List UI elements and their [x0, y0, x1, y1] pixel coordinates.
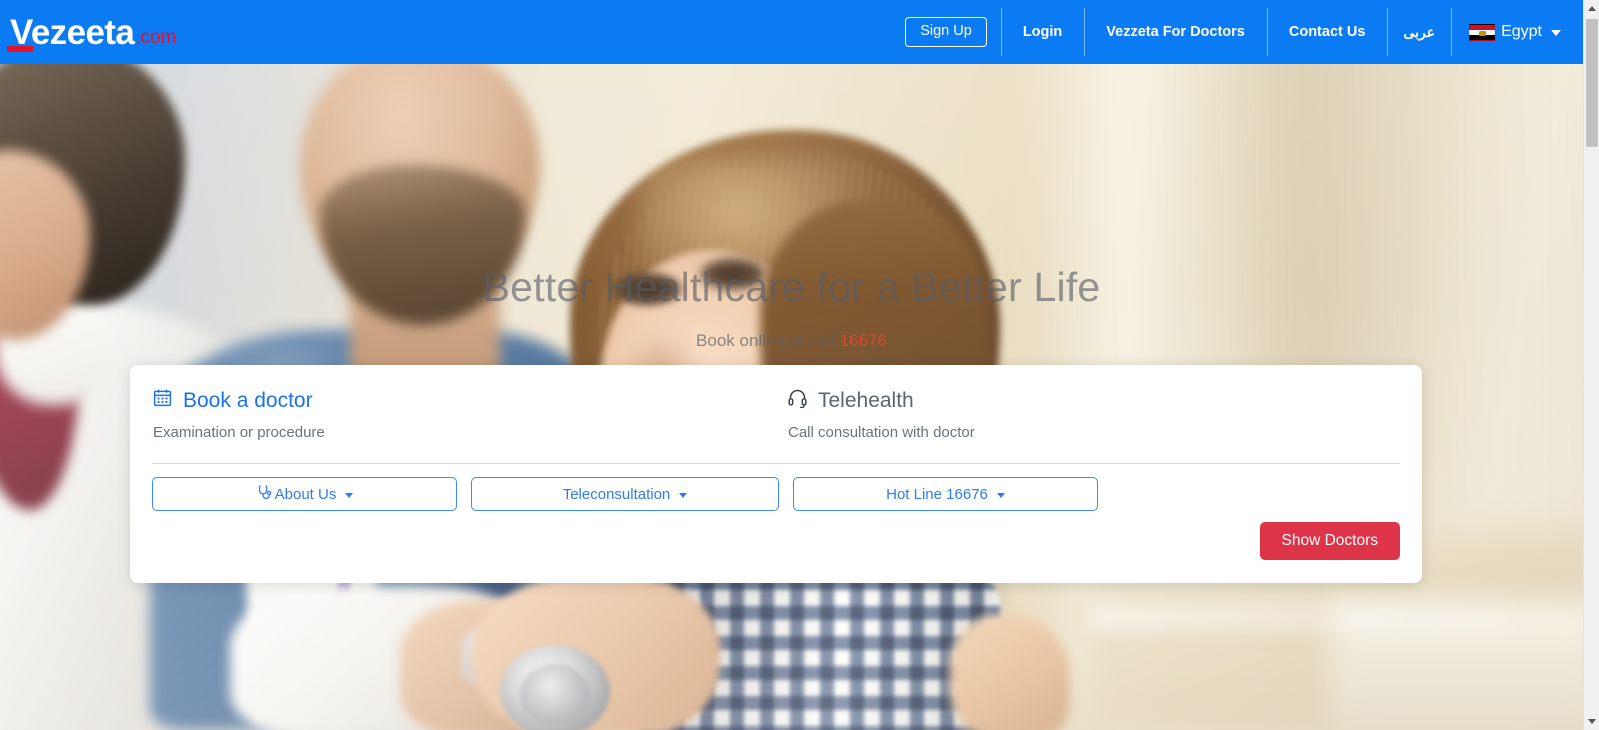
show-doctors-button[interactable]: Show Doctors	[1259, 522, 1400, 560]
scrollbar-thumb[interactable]	[1586, 19, 1598, 147]
vertical-scrollbar[interactable]	[1583, 0, 1599, 730]
photo-counter-edge	[1090, 605, 1520, 631]
country-label: Egypt	[1501, 23, 1542, 40]
teleconsultation-label: Teleconsultation	[562, 485, 671, 503]
nav-item-vezeeta-for-doctors[interactable]: Vezzeta For Doctors	[1084, 0, 1267, 64]
browser-viewport: Better Healthcare for a Better Life Book…	[0, 0, 1599, 730]
nav-item-arabic-language[interactable]: عربى	[1387, 0, 1451, 64]
scroll-down-triangle	[1588, 719, 1596, 724]
sign-up-button[interactable]: Sign Up	[905, 16, 987, 48]
site-logo[interactable]: Vezeeta .com	[4, 12, 182, 52]
nav-country-selector[interactable]: Egypt	[1451, 0, 1573, 64]
photo-wristwatch-face	[520, 664, 590, 726]
teleconsultation-dropdown[interactable]: Teleconsultation	[471, 477, 779, 511]
scroll-up-arrow-icon[interactable]	[1584, 0, 1599, 17]
tab-book-a-doctor-head: Book a doctor	[152, 387, 787, 413]
about-us-dropdown[interactable]: About Us	[152, 477, 457, 511]
chevron-down-icon	[1551, 30, 1561, 36]
tab-telehealth-subtitle: Call consultation with doctor	[788, 424, 975, 441]
tab-book-a-doctor-subtitle: Examination or procedure	[153, 424, 325, 441]
nav-signup-cell: Sign Up	[887, 0, 1001, 64]
card-divider	[152, 463, 1400, 464]
photo-child-arm	[950, 615, 1070, 730]
nav-item-login[interactable]: Login	[1000, 0, 1084, 64]
card-filter-pills: About Us Teleconsultation Hot Line 16676	[152, 477, 1098, 511]
card-tabs: Book a doctor Examination or procedure T…	[130, 365, 1422, 442]
logo-domain-suffix: .com	[135, 26, 177, 48]
nav-right-group: Sign Up Login Vezzeta For Doctors Contac…	[887, 0, 1583, 64]
tab-book-a-doctor[interactable]: Book a doctor Examination or procedure	[152, 387, 787, 442]
photo-child-eye-left	[612, 272, 682, 306]
about-us-label: About Us	[274, 485, 337, 503]
tab-book-a-doctor-title: Book a doctor	[183, 388, 313, 412]
tab-telehealth[interactable]: Telehealth Call consultation with doctor	[787, 387, 1422, 442]
scroll-down-arrow-icon[interactable]	[1584, 713, 1599, 730]
headset-icon	[787, 387, 808, 413]
calendar-icon	[152, 387, 173, 413]
stethoscope-icon	[256, 484, 273, 505]
nav-item-contact-us[interactable]: Contact Us	[1266, 0, 1388, 64]
photo-child-eye-right	[700, 258, 766, 290]
hotline-label: Hot Line 16676	[886, 485, 988, 503]
hotline-dropdown[interactable]: Hot Line 16676	[793, 477, 1098, 511]
chevron-down-icon	[996, 493, 1005, 498]
chevron-down-icon	[345, 493, 354, 498]
tab-telehealth-title: Telehealth	[818, 388, 914, 412]
top-navigation-bar: Vezeeta .com Sign Up Login Vezzeta For D…	[0, 0, 1583, 64]
logo-text: Vezeeta	[10, 12, 135, 52]
logo-underline-accent	[7, 45, 33, 52]
search-card: Book a doctor Examination or procedure T…	[130, 365, 1422, 583]
scroll-up-triangle	[1588, 6, 1596, 11]
tab-telehealth-head: Telehealth	[787, 387, 1422, 413]
egypt-flag-icon	[1469, 23, 1496, 41]
chevron-down-icon	[679, 493, 688, 498]
